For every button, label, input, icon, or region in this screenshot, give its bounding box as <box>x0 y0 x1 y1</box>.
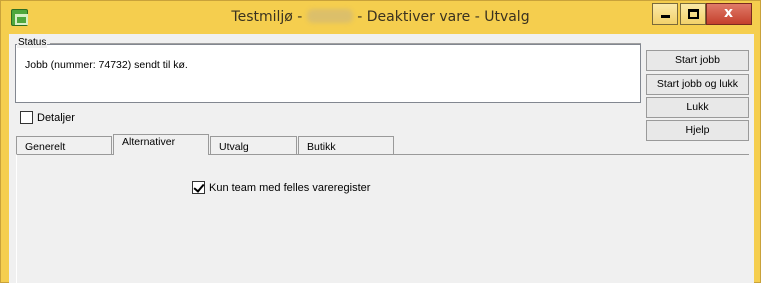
status-legend: Status <box>17 37 48 48</box>
shared-register-checkbox[interactable] <box>192 181 205 194</box>
maximize-button[interactable] <box>680 3 706 25</box>
maximize-icon <box>688 9 699 19</box>
title-env: Testmiljø - <box>231 9 307 25</box>
dialog-client: Jobb (nummer: 74732) sendt til kø. Statu… <box>9 34 754 283</box>
details-checkbox-row[interactable]: Detaljer <box>20 111 75 124</box>
details-checkbox[interactable] <box>20 111 33 124</box>
tab-butikk[interactable]: Butikk <box>298 136 394 154</box>
tab-generelt[interactable]: Generelt <box>16 136 112 154</box>
tab-utvalg[interactable]: Utvalg <box>210 136 297 154</box>
help-button[interactable]: Hjelp <box>646 120 749 141</box>
close-icon: x <box>724 5 734 21</box>
status-message: Jobb (nummer: 74732) sendt til kø. <box>25 59 188 71</box>
title-page: - Deaktiver vare - Utvalg <box>352 9 530 25</box>
title-redacted <box>306 9 353 23</box>
start-job-and-close-button[interactable]: Start jobb og lukk <box>646 74 749 95</box>
start-job-button[interactable]: Start jobb <box>646 50 749 71</box>
shared-register-label: Kun team med felles vareregister <box>209 181 371 194</box>
tab-panel-alternativer: Kun team med felles vareregister <box>16 154 749 283</box>
close-button[interactable]: Lukk <box>646 97 749 118</box>
status-group: Jobb (nummer: 74732) sendt til kø. <box>15 44 641 103</box>
app-window: Testmiljø - - Deaktiver vare - Utvalg x … <box>0 0 761 283</box>
close-window-button[interactable]: x <box>706 3 752 25</box>
tab-alternativer[interactable]: Alternativer <box>113 134 209 155</box>
window-title: Testmiljø - - Deaktiver vare - Utvalg <box>1 9 760 25</box>
shared-register-option[interactable]: Kun team med felles vareregister <box>192 181 370 194</box>
details-label: Detaljer <box>37 111 75 124</box>
minimize-icon <box>661 15 670 18</box>
title-bar[interactable]: Testmiljø - - Deaktiver vare - Utvalg x <box>1 1 760 34</box>
status-frame-line <box>50 43 641 44</box>
minimize-button[interactable] <box>652 3 678 25</box>
